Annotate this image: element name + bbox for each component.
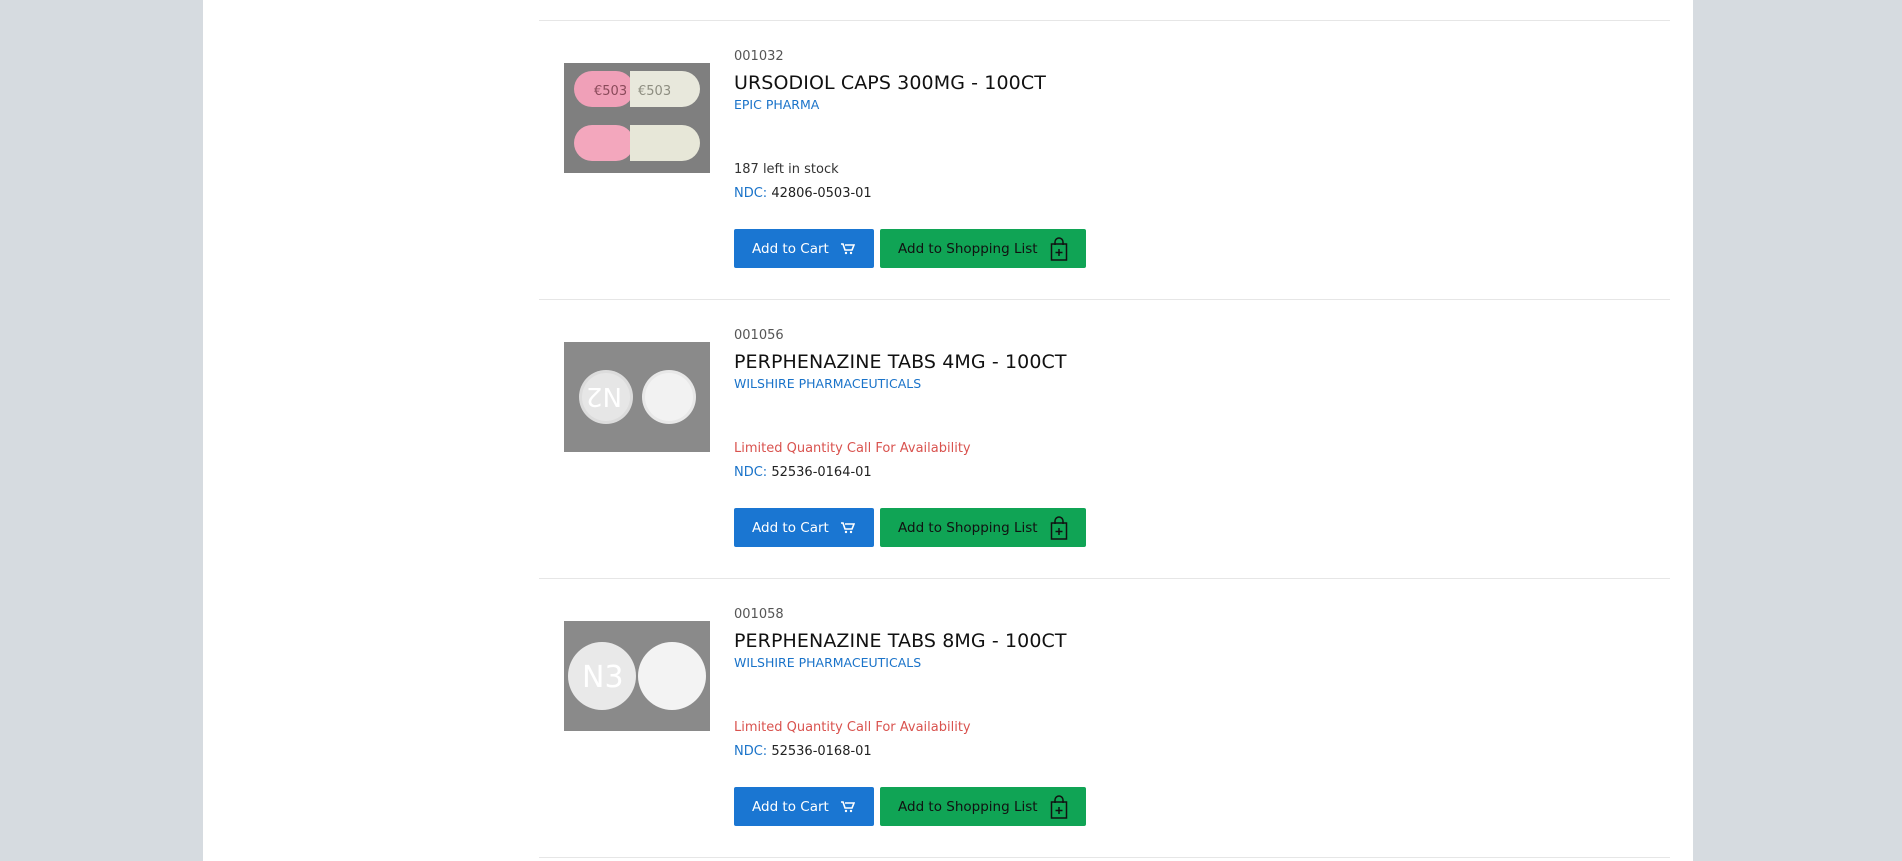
imprint-text: €503 bbox=[638, 84, 671, 99]
add-to-cart-button[interactable]: Add to Cart bbox=[734, 508, 874, 547]
ndc-line: NDC: 52536-0164-01 bbox=[734, 465, 872, 480]
ndc-line: NDC: 52536-0168-01 bbox=[734, 744, 872, 759]
shopping-cart-icon bbox=[840, 800, 855, 813]
product-item: €503 €503 001032 URSODIOL CAPS 300MG - 1… bbox=[539, 21, 1670, 300]
product-sku: 001032 bbox=[734, 49, 784, 64]
add-to-cart-label: Add to Cart bbox=[752, 798, 829, 815]
shopping-bag-plus-icon bbox=[1050, 236, 1068, 261]
shopping-bag-plus-icon bbox=[1050, 515, 1068, 540]
product-image[interactable]: N3 bbox=[564, 621, 710, 731]
add-to-shopping-list-label: Add to Shopping List bbox=[898, 519, 1038, 536]
manufacturer-link[interactable]: EPIC PHARMA bbox=[734, 97, 1434, 113]
product-image[interactable]: €503 €503 bbox=[564, 63, 710, 173]
product-info: 001058 PERPHENAZINE TABS 8MG - 100CT WIL… bbox=[734, 607, 1434, 759]
capsule-image: €503 €503 bbox=[564, 63, 710, 173]
shopping-cart-icon bbox=[840, 521, 855, 534]
product-sku: 001058 bbox=[734, 607, 784, 622]
add-to-cart-label: Add to Cart bbox=[752, 519, 829, 536]
shopping-bag-plus-icon bbox=[1050, 794, 1068, 819]
product-title[interactable]: PERPHENAZINE TABS 8MG - 100CT bbox=[734, 629, 1434, 653]
add-to-shopping-list-button[interactable]: Add to Shopping List bbox=[880, 787, 1086, 826]
ndc-label: NDC: bbox=[734, 465, 768, 480]
ndc-value: 42806-0503-01 bbox=[771, 186, 872, 201]
add-to-cart-button[interactable]: Add to Cart bbox=[734, 229, 874, 268]
tablet-image: N2 bbox=[564, 342, 710, 452]
add-to-cart-label: Add to Cart bbox=[752, 240, 829, 257]
tablet-image: N3 bbox=[564, 621, 710, 731]
product-item: N2 001056 PERPHENAZINE TABS 4MG - 100CT … bbox=[539, 300, 1670, 579]
product-title[interactable]: URSODIOL CAPS 300MG - 100CT bbox=[734, 71, 1434, 95]
ndc-label: NDC: bbox=[734, 186, 768, 201]
product-info: 001056 PERPHENAZINE TABS 4MG - 100CT WIL… bbox=[734, 328, 1434, 480]
add-to-cart-button[interactable]: Add to Cart bbox=[734, 787, 874, 826]
shopping-cart-icon bbox=[840, 242, 855, 255]
product-info: 001032 URSODIOL CAPS 300MG - 100CT EPIC … bbox=[734, 49, 1434, 201]
product-title[interactable]: PERPHENAZINE TABS 4MG - 100CT bbox=[734, 350, 1434, 374]
add-to-shopping-list-button[interactable]: Add to Shopping List bbox=[880, 508, 1086, 547]
imprint-text: N3 bbox=[582, 660, 624, 695]
product-image[interactable]: N2 bbox=[564, 342, 710, 452]
stock-status: 187 left in stock bbox=[734, 162, 839, 177]
product-item: N3 001058 PERPHENAZINE TABS 8MG - 100CT … bbox=[539, 579, 1670, 858]
ndc-line: NDC: 42806-0503-01 bbox=[734, 186, 872, 201]
page-content: €503 €503 001032 URSODIOL CAPS 300MG - 1… bbox=[203, 0, 1693, 861]
ndc-value: 52536-0164-01 bbox=[771, 465, 872, 480]
manufacturer-link[interactable]: WILSHIRE PHARMACEUTICALS bbox=[734, 655, 1434, 671]
manufacturer-link[interactable]: WILSHIRE PHARMACEUTICALS bbox=[734, 376, 1434, 392]
product-list: €503 €503 001032 URSODIOL CAPS 300MG - 1… bbox=[539, 20, 1670, 858]
ndc-label: NDC: bbox=[734, 744, 768, 759]
stock-status: Limited Quantity Call For Availability bbox=[734, 720, 971, 735]
add-to-shopping-list-label: Add to Shopping List bbox=[898, 798, 1038, 815]
product-sku: 001056 bbox=[734, 328, 784, 343]
add-to-shopping-list-button[interactable]: Add to Shopping List bbox=[880, 229, 1086, 268]
stock-status: Limited Quantity Call For Availability bbox=[734, 441, 971, 456]
ndc-value: 52536-0168-01 bbox=[771, 744, 872, 759]
imprint-text: N2 bbox=[586, 381, 622, 411]
imprint-text: €503 bbox=[594, 84, 627, 99]
add-to-shopping-list-label: Add to Shopping List bbox=[898, 240, 1038, 257]
